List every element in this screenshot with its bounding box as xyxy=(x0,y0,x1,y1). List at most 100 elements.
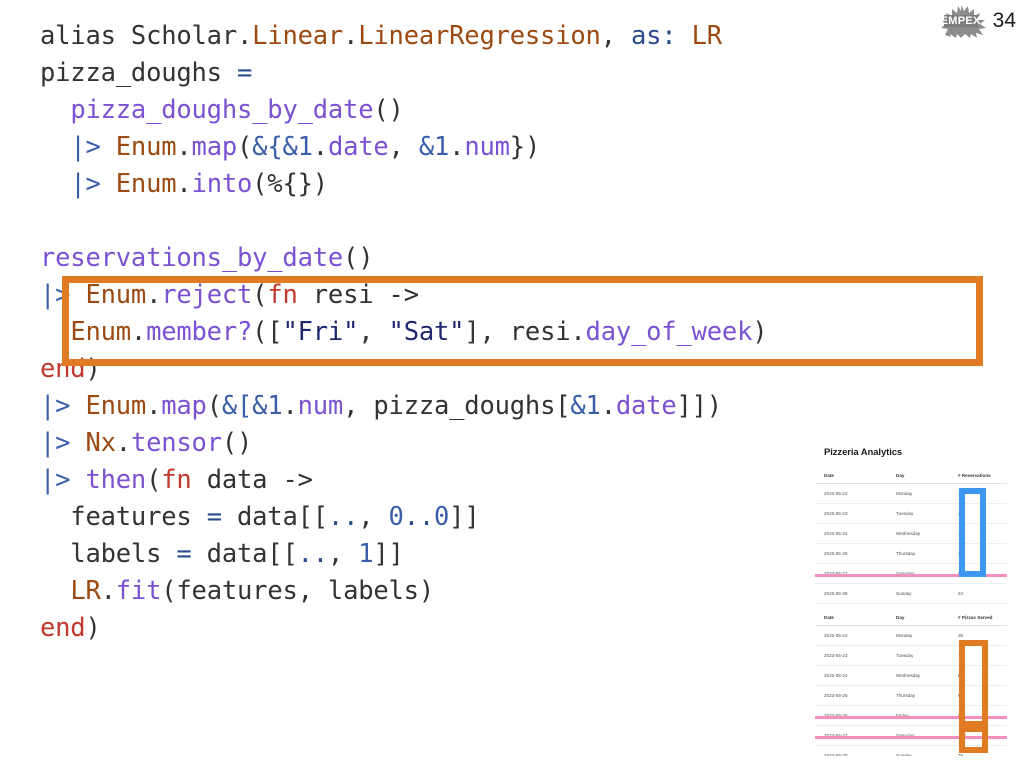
pizzeria-analytics-screenshot: Pizzeria Analytics Date Day # Reservations… xyxy=(815,443,1007,756)
page-number: 34 xyxy=(992,9,1016,32)
code-token-pipe: |> xyxy=(40,465,71,495)
code-token-punct: ]]) xyxy=(676,391,722,421)
table-row: 2023-05-25 Thursday 30 xyxy=(815,544,1007,564)
code-line: reservations_by_date() xyxy=(40,240,767,277)
table-row: 2023-05-22 Monday 12 xyxy=(815,484,1007,504)
code-token-op: .. xyxy=(403,502,435,532)
table-cell: Friday xyxy=(896,713,909,718)
code-token-punct: . xyxy=(600,391,616,421)
code-token-plain: , xyxy=(358,502,389,532)
table-row: 2023-05-27 Saturday 103 xyxy=(815,726,1007,746)
code-line: |> then(fn data -> xyxy=(40,462,767,499)
code-line: Enum.member?(["Fri", "Sat"], resi.day_of… xyxy=(40,314,767,351)
code-line: pizza_doughs = xyxy=(40,55,767,92)
pizzas-column-header: Date xyxy=(824,614,834,620)
code-line: end) xyxy=(40,610,767,647)
table-row: 2023-05-26 Friday 98 xyxy=(815,706,1007,726)
code-token-pipe: |> xyxy=(40,428,71,458)
table-cell: 2023-05-24 xyxy=(824,673,848,678)
code-token-punct: ( xyxy=(206,391,222,421)
code-token-kw: fn xyxy=(267,280,298,310)
code-token-punct: ]] xyxy=(373,539,404,569)
code-token-str: "Fri" xyxy=(282,317,359,347)
code-token-kw: end xyxy=(40,613,86,643)
analytics-title: Pizzeria Analytics xyxy=(824,447,903,458)
code-token-plain: Scholar xyxy=(130,21,237,51)
table-cell: 2023-05-23 xyxy=(824,511,848,516)
code-token-module: Enum xyxy=(115,169,177,199)
code-token-pipe: |> xyxy=(70,132,101,162)
table-cell: Wednesday xyxy=(896,673,921,678)
code-token-punct: () xyxy=(343,243,374,273)
brand-area: EMPEX 34 xyxy=(935,4,1016,38)
table-cell: 72 xyxy=(958,653,964,658)
code-token-plain: , xyxy=(388,132,419,162)
code-token-punct: . xyxy=(282,391,298,421)
table-cell: 30 xyxy=(958,551,964,556)
code-token-pipe: |> xyxy=(70,169,101,199)
code-token-punct: ) xyxy=(85,613,101,643)
code-token-punct: () xyxy=(373,95,404,125)
code-token-punct: . xyxy=(237,21,253,51)
table-cell: Sunday xyxy=(896,753,912,756)
code-token-op: .. xyxy=(327,502,359,532)
table-cell: 75 xyxy=(958,753,964,756)
code-token-punct: ([ xyxy=(252,317,283,347)
table-row: 2023-05-23 Tuesday 72 xyxy=(815,646,1007,666)
code-token-op: .. xyxy=(297,539,329,569)
code-token-plain: -> xyxy=(388,280,420,310)
pizzas-header-row: Date Day # Pizzas Served xyxy=(815,609,1007,626)
code-token-punct: . xyxy=(115,428,131,458)
code-token-func: tensor xyxy=(130,428,222,458)
table-cell: 2023-05-23 xyxy=(824,653,848,658)
code-token-module: LR xyxy=(70,576,101,606)
table-cell: Saturday xyxy=(896,733,915,738)
reservations-column-header: Day xyxy=(896,472,905,478)
code-line: |> Enum.reject(fn resi -> xyxy=(40,277,767,314)
code-token-func: num xyxy=(297,391,344,421)
table-cell: 18 xyxy=(958,531,964,536)
code-token-module: Linear xyxy=(252,21,344,51)
table-row: 2023-05-28 Sunday 75 xyxy=(815,746,1007,756)
table-row: 2023-05-28 Sunday 24 xyxy=(815,584,1007,604)
elixir-code-block: alias Scholar.Linear.LinearRegression, a… xyxy=(40,18,768,647)
code-token-plain: (features, labels) xyxy=(161,576,434,606)
code-line: |> Enum.map(&[&1.num, pizza_doughs[&1.da… xyxy=(40,388,767,425)
code-token-amp: &1 xyxy=(418,132,450,162)
code-token-plain: features xyxy=(40,502,207,532)
table-row: 2023-05-24 Wednesday 68 xyxy=(815,666,1007,686)
code-token-punct: . xyxy=(100,576,116,606)
code-line: LR.fit(features, labels) xyxy=(40,573,767,610)
table-cell: 103 xyxy=(958,733,966,738)
code-token-punct: . xyxy=(146,391,162,421)
table-cell: Tuesday xyxy=(896,653,914,658)
code-token-pipe: |> xyxy=(40,391,71,421)
table-cell: 98 xyxy=(958,713,964,718)
code-token-module: Enum xyxy=(85,280,147,310)
table-cell: Sunday xyxy=(896,591,912,596)
code-token-punct: . xyxy=(176,132,192,162)
code-token-op: = xyxy=(206,502,222,532)
code-token-punct: ) xyxy=(752,317,768,347)
code-line: |> Enum.into(%{}) xyxy=(40,166,767,203)
code-line: alias Scholar.Linear.LinearRegression, a… xyxy=(40,18,767,55)
pizzas-column-header: # Pizzas Served xyxy=(958,614,993,620)
code-token-kw: fn xyxy=(161,465,192,495)
table-cell: 2023-05-28 xyxy=(824,591,848,596)
reservations-header-row: Date Day # Reservations xyxy=(815,467,1007,484)
code-token-punct: . xyxy=(449,132,465,162)
code-token-punct: }) xyxy=(509,132,541,162)
table-row: 2023-05-25 Thursday 82 xyxy=(815,686,1007,706)
code-token-punct: ( xyxy=(237,132,253,162)
table-row: 2023-05-27 Saturday 6 xyxy=(815,564,1007,584)
table-cell: 6 xyxy=(958,571,961,576)
table-cell: Monday xyxy=(896,491,913,496)
code-token-plain: labels xyxy=(40,539,177,569)
code-token-func: reject xyxy=(161,280,253,310)
code-line: |> Nx.tensor() xyxy=(40,425,767,462)
table-cell: 2023-05-24 xyxy=(824,531,848,536)
